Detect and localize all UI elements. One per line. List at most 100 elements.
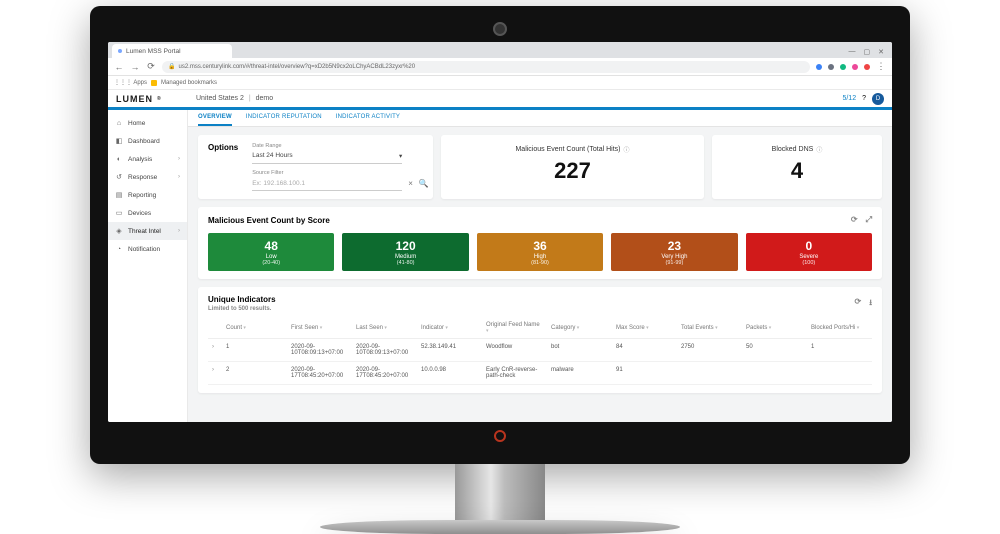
help-icon[interactable]: ? <box>862 95 866 102</box>
col-feed[interactable]: Original Feed Name <box>482 318 547 339</box>
sidebar-item-label: Analysis <box>128 156 152 163</box>
lock-icon: 🔒 <box>168 63 175 70</box>
tenant-selector[interactable]: United States 2 | demo <box>196 95 273 102</box>
extension-icon[interactable] <box>828 64 834 70</box>
extension-icon[interactable] <box>816 64 822 70</box>
score-medium[interactable]: 120 Medium (41-80) <box>342 233 468 271</box>
score-severe[interactable]: 0 Severe (100) <box>746 233 872 271</box>
metric-blocked-card: Blocked DNS ⓘ 4 <box>712 135 882 199</box>
expand-icon[interactable]: ⤢ <box>866 215 872 225</box>
daterange-value: Last 24 Hours <box>252 152 292 159</box>
browser-menu-icon[interactable]: ⋮ <box>876 61 886 72</box>
indicators-panel: Unique Indicators Limited to 500 results… <box>198 287 882 393</box>
indicators-title: Unique Indicators <box>208 295 276 304</box>
extension-icon[interactable] <box>864 64 870 70</box>
cell-feed: Woodflow <box>482 339 547 362</box>
sidebar-item-devices[interactable]: ▭ Devices <box>108 204 187 222</box>
nav-forward-icon[interactable]: → <box>130 62 140 72</box>
clear-icon[interactable]: × <box>408 179 413 188</box>
sidebar-item-dashboard[interactable]: ◧ Dashboard <box>108 132 187 150</box>
sidebar-item-threat-intel[interactable]: ◈ Threat Intel › <box>108 222 187 240</box>
score-count: 0 <box>750 239 868 253</box>
col-maxscore[interactable]: Max Score <box>612 318 677 339</box>
cell-firstseen: 2020-09- 17T08:45:20+07:00 <box>287 362 352 385</box>
avatar[interactable]: D <box>872 93 884 105</box>
info-icon[interactable]: ⓘ <box>816 145 822 154</box>
sidebar-item-home[interactable]: ⌂ Home <box>108 114 187 132</box>
col-count[interactable]: Count <box>222 318 287 339</box>
bookmark-folder-icon[interactable] <box>151 80 157 86</box>
url-input[interactable]: 🔒 us2.mss.centurylink.com/#/threat-intel… <box>162 61 810 73</box>
tenant-name: demo <box>256 95 274 102</box>
search-icon[interactable]: 🔍 <box>419 179 429 188</box>
bookmarks-bar: ⋮⋮⋮ Apps Managed bookmarks <box>108 76 892 90</box>
tab-indicator-reputation[interactable]: INDICATOR REPUTATION <box>246 114 322 126</box>
favicon <box>118 49 122 53</box>
score-range: (91-99) <box>615 260 733 266</box>
sidebar-item-notification[interactable]: ◔ Notification <box>108 240 187 258</box>
chevron-right-icon: › <box>178 174 180 180</box>
sidebar-item-label: Home <box>128 120 145 127</box>
source-filter-input[interactable]: Ex: 192.168.100.1 <box>252 177 402 191</box>
browser-tab[interactable]: Lumen MSS Portal <box>112 44 232 58</box>
col-total[interactable]: Total Events <box>677 318 742 339</box>
score-low[interactable]: 48 Low (20-40) <box>208 233 334 271</box>
score-count: 48 <box>212 239 330 253</box>
sidebar-item-analysis[interactable]: ◐ Analysis › <box>108 150 187 168</box>
score-very-high[interactable]: 23 Very High (91-99) <box>611 233 737 271</box>
extension-icon[interactable] <box>852 64 858 70</box>
cell-indicator: 52.38.149.41 <box>417 339 482 362</box>
close-icon[interactable]: ✕ <box>878 48 884 56</box>
monitor-stand-base <box>320 520 680 534</box>
expand-row-icon[interactable]: › <box>208 339 222 362</box>
refresh-icon[interactable]: ⟳ <box>854 297 861 311</box>
metric-events-card: Malicious Event Count (Total Hits) ⓘ 227 <box>441 135 704 199</box>
col-last-seen[interactable]: Last Seen <box>352 318 417 339</box>
brand-logo[interactable]: LUMEN® <box>116 94 196 104</box>
indicators-table: Count First Seen Last Seen Indicator Ori… <box>208 318 872 385</box>
cell-indicator: 10.0.0.98 <box>417 362 482 385</box>
col-indicator[interactable]: Indicator <box>417 318 482 339</box>
table-row[interactable]: › 2 2020-09- 17T08:45:20+07:00 2020-09- … <box>208 362 872 385</box>
app-header: LUMEN® United States 2 | demo 5/12 ? D <box>108 90 892 110</box>
cell-blocked: 1 <box>807 339 872 362</box>
scores-panel: Malicious Event Count by Score ⟳ ⤢ 48 Lo… <box>198 207 882 279</box>
col-first-seen[interactable]: First Seen <box>287 318 352 339</box>
cell-total: 2750 <box>677 339 742 362</box>
col-blocked[interactable]: Blocked Ports/Hi <box>807 318 872 339</box>
score-high[interactable]: 36 High (81-90) <box>477 233 603 271</box>
sidebar-item-reporting[interactable]: ▤ Reporting <box>108 186 187 204</box>
col-category[interactable]: Category <box>547 318 612 339</box>
score-count: 120 <box>346 239 464 253</box>
cell-lastseen: 2020-09- 17T08:45:20+07:00 <box>352 362 417 385</box>
analysis-icon: ◐ <box>115 155 123 163</box>
bookmark-folder[interactable]: Managed bookmarks <box>161 80 217 86</box>
download-icon[interactable]: ⭳ <box>869 297 872 311</box>
refresh-icon[interactable]: ⟳ <box>851 215 858 225</box>
options-title: Options <box>208 143 238 157</box>
url-text: us2.mss.centurylink.com/#/threat-intel/o… <box>178 64 415 70</box>
devices-icon: ▭ <box>115 209 123 217</box>
sidebar-item-response[interactable]: ↺ Response › <box>108 168 187 186</box>
nav-reload-icon[interactable]: ⟳ <box>146 61 156 72</box>
col-packets[interactable]: Packets <box>742 318 807 339</box>
daterange-select[interactable]: Last 24 Hours ▾ <box>252 150 402 164</box>
cell-packets <box>742 362 807 385</box>
extension-icon[interactable] <box>840 64 846 70</box>
tab-overview[interactable]: OVERVIEW <box>198 114 232 126</box>
filter-placeholder: Ex: 192.168.100.1 <box>252 180 305 187</box>
apps-icon[interactable]: ⋮⋮⋮ Apps <box>114 79 147 86</box>
maximize-icon[interactable]: ▢ <box>864 48 871 56</box>
expand-row-icon[interactable]: › <box>208 362 222 385</box>
reporting-icon: ▤ <box>115 191 123 199</box>
minimize-icon[interactable]: — <box>849 48 856 56</box>
main-content: OVERVIEW INDICATOR REPUTATION INDICATOR … <box>188 110 892 422</box>
nav-back-icon[interactable]: ← <box>114 62 124 72</box>
tab-indicator-activity[interactable]: INDICATOR ACTIVITY <box>336 114 400 126</box>
header-count[interactable]: 5/12 <box>842 95 856 102</box>
cell-count: 2 <box>222 362 287 385</box>
score-range: (41-80) <box>346 260 464 266</box>
info-icon[interactable]: ⓘ <box>624 145 630 154</box>
table-row[interactable]: › 1 2020-09- 10T08:09:13+07:00 2020-09- … <box>208 339 872 362</box>
table-header-row: Count First Seen Last Seen Indicator Ori… <box>208 318 872 339</box>
